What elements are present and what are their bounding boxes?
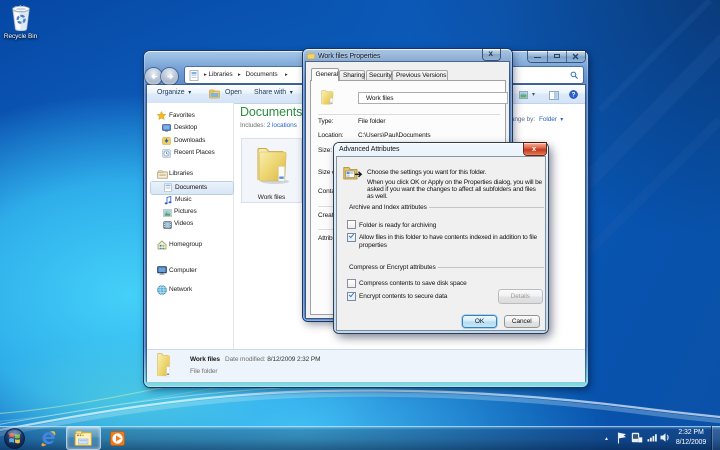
svg-text:?: ? [572, 92, 576, 99]
